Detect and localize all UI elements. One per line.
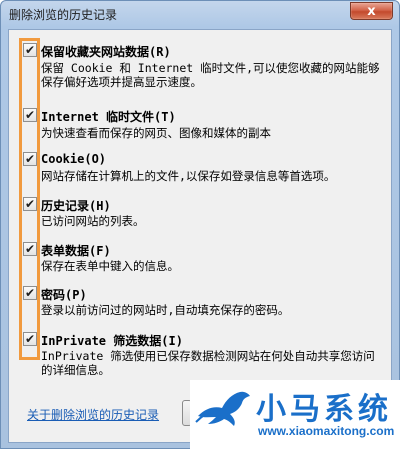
checkbox-preserve-favorites[interactable]: ✔ (23, 43, 37, 57)
checkbox-history[interactable]: ✔ (23, 197, 37, 211)
checkmark-icon: ✔ (24, 242, 36, 256)
watermark-brand: 小马系统 (256, 392, 392, 427)
checkbox-temporary-files[interactable]: ✔ (23, 108, 37, 122)
checkbox-cookies[interactable]: ✔ (23, 152, 37, 166)
option-description: 保留 Cookie 和 Internet 临时文件,可以使您收藏的网站能够保存偏… (41, 61, 380, 89)
watermark-url: www.xiaomaxitong.com (258, 424, 395, 438)
watermark: 小马系统 www.xiaomaxitong.com (190, 380, 400, 449)
checkmark-icon: ✔ (24, 286, 36, 300)
option-title: Cookie(O) (41, 152, 107, 166)
checkmark-icon: ✔ (24, 108, 36, 122)
option-title: 历史记录(H) (41, 199, 111, 213)
checkmark-icon: ✔ (24, 197, 36, 211)
checkmark-icon: ✔ (24, 43, 36, 57)
horse-logo-icon (195, 391, 250, 426)
option-description: 保存在表单中键入的信息。 (41, 259, 179, 273)
option-title: 表单数据(F) (41, 244, 111, 258)
checkmark-icon: ✔ (24, 332, 36, 346)
option-description: 网站存储在计算机上的文件,以保存如登录信息等首选项。 (41, 169, 336, 183)
option-title: Internet 临时文件(T) (41, 110, 176, 124)
checkmark-icon: ✔ (24, 152, 36, 166)
checkbox-inprivate-filtering[interactable]: ✔ (23, 332, 37, 346)
close-icon: x (367, 3, 376, 19)
close-button[interactable]: x (350, 2, 393, 20)
about-delete-history-link[interactable]: 关于删除浏览的历史记录 (27, 406, 159, 423)
option-description: 为快速查看而保存的网页、图像和媒体的副本 (41, 126, 271, 140)
option-title: InPrivate 筛选数据(I) (41, 334, 183, 348)
option-title: 密码(P) (41, 288, 87, 302)
option-description: 登录以前访问过的网站时,自动填充保存的密码。 (41, 303, 290, 317)
option-title: 保留收藏夹网站数据(R) (41, 45, 171, 59)
option-description: 已访问网站的列表。 (41, 214, 145, 228)
checkbox-passwords[interactable]: ✔ (23, 286, 37, 300)
checkbox-form-data[interactable]: ✔ (23, 242, 37, 256)
title-bar[interactable]: 删除浏览的历史记录 x (1, 1, 399, 27)
option-description: InPrivate 筛选使用已保存数据检测网站在何处自动共享您访问的详细信息。 (41, 349, 375, 377)
window-title: 删除浏览的历史记录 (9, 8, 118, 22)
